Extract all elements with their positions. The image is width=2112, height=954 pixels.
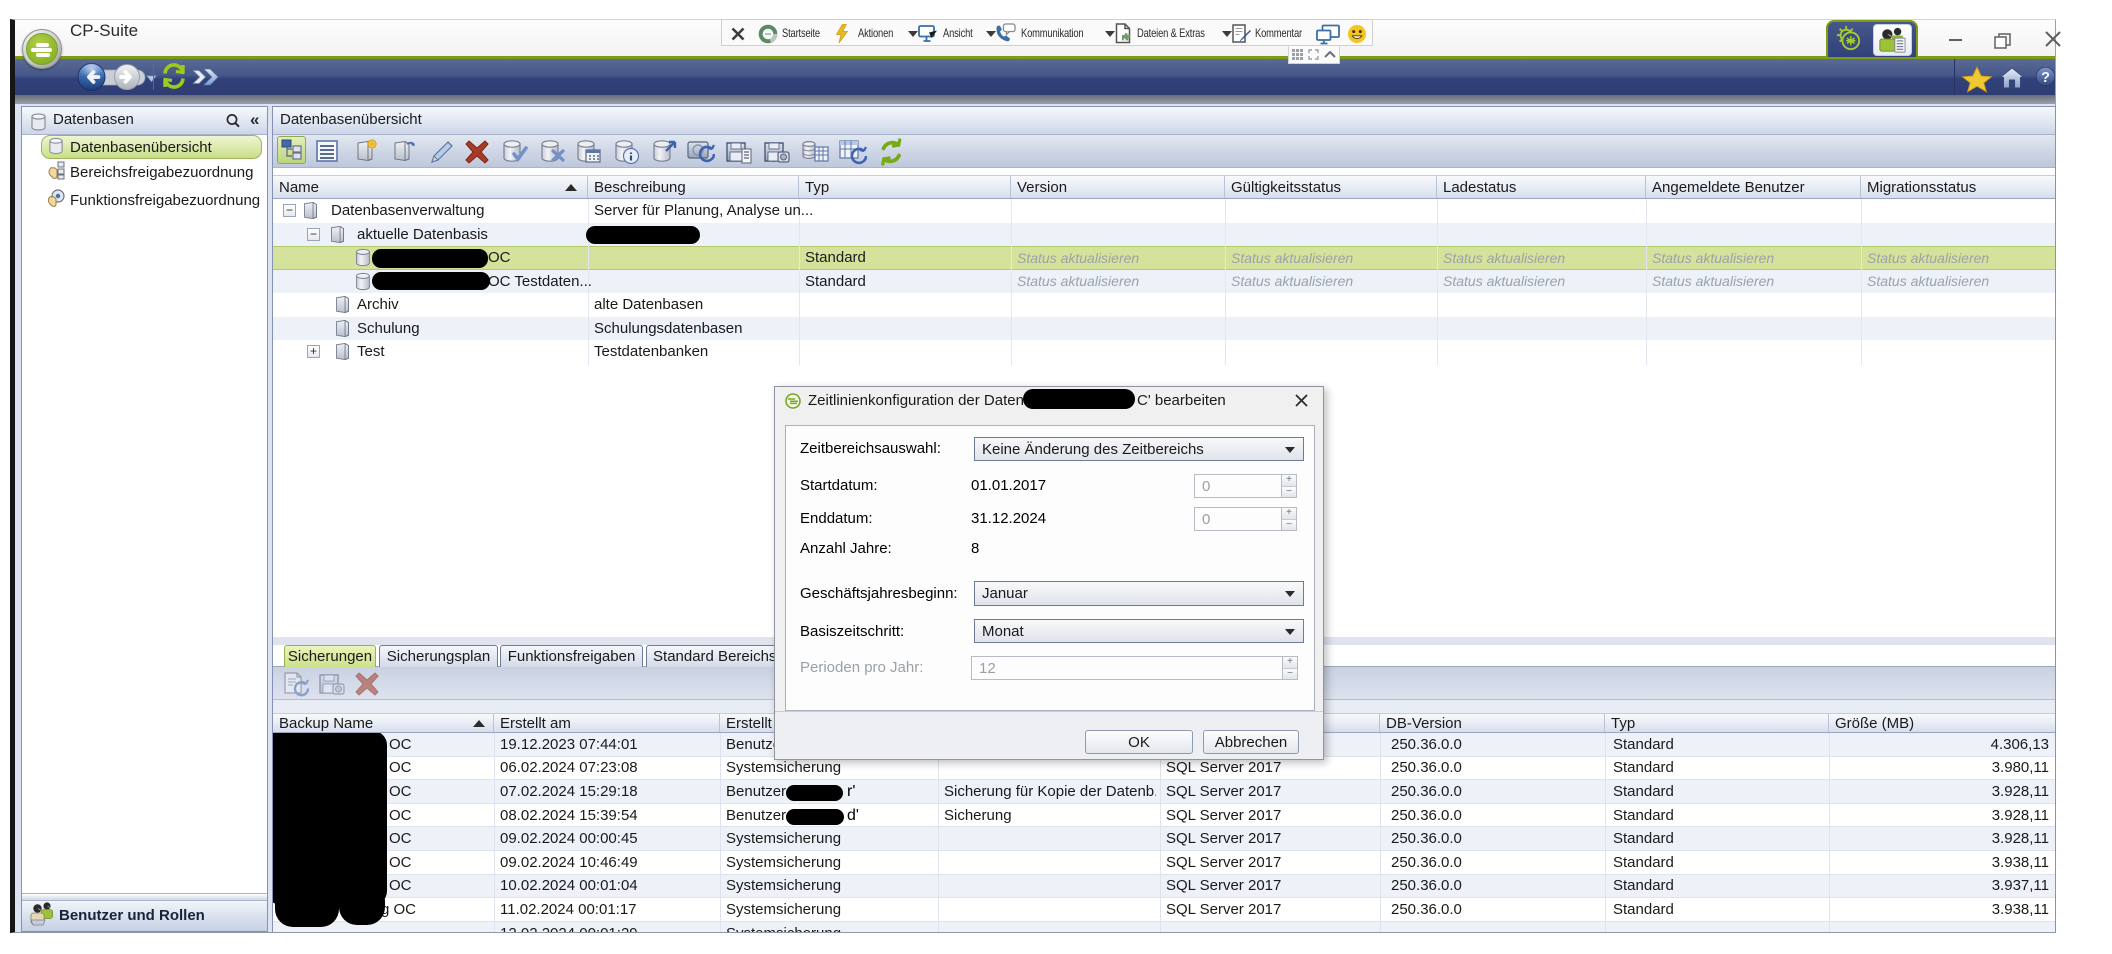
- svg-text:?: ?: [2041, 70, 2050, 86]
